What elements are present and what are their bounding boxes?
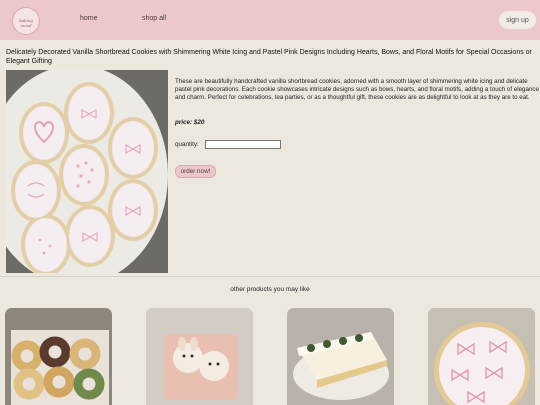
order-now-button[interactable]: order now! [175,165,216,178]
nav-shop-all[interactable]: shop all [142,15,166,22]
product-title: Delicately Decorated Vanilla Shortbread … [6,49,532,65]
sign-up-button[interactable]: sign up [499,11,536,29]
related-product-card[interactable] [428,308,535,405]
related-products-title: other products you may like [230,286,310,293]
product-description: These are beautifully handcrafted vanill… [175,78,539,101]
logo[interactable]: baking mood [12,7,40,35]
nav-home[interactable]: home [80,15,98,22]
logo-text: baking mood [19,18,33,28]
site-header: baking mood home shop all sign up [0,0,540,40]
product-image [6,70,168,273]
related-product-card[interactable] [5,308,112,405]
related-product-card[interactable] [146,308,253,405]
section-divider [0,276,540,277]
related-product-card[interactable] [287,308,394,405]
product-price: price: $20 [175,119,205,126]
quantity-input[interactable] [205,140,281,149]
quantity-label: quantity: [175,141,199,148]
